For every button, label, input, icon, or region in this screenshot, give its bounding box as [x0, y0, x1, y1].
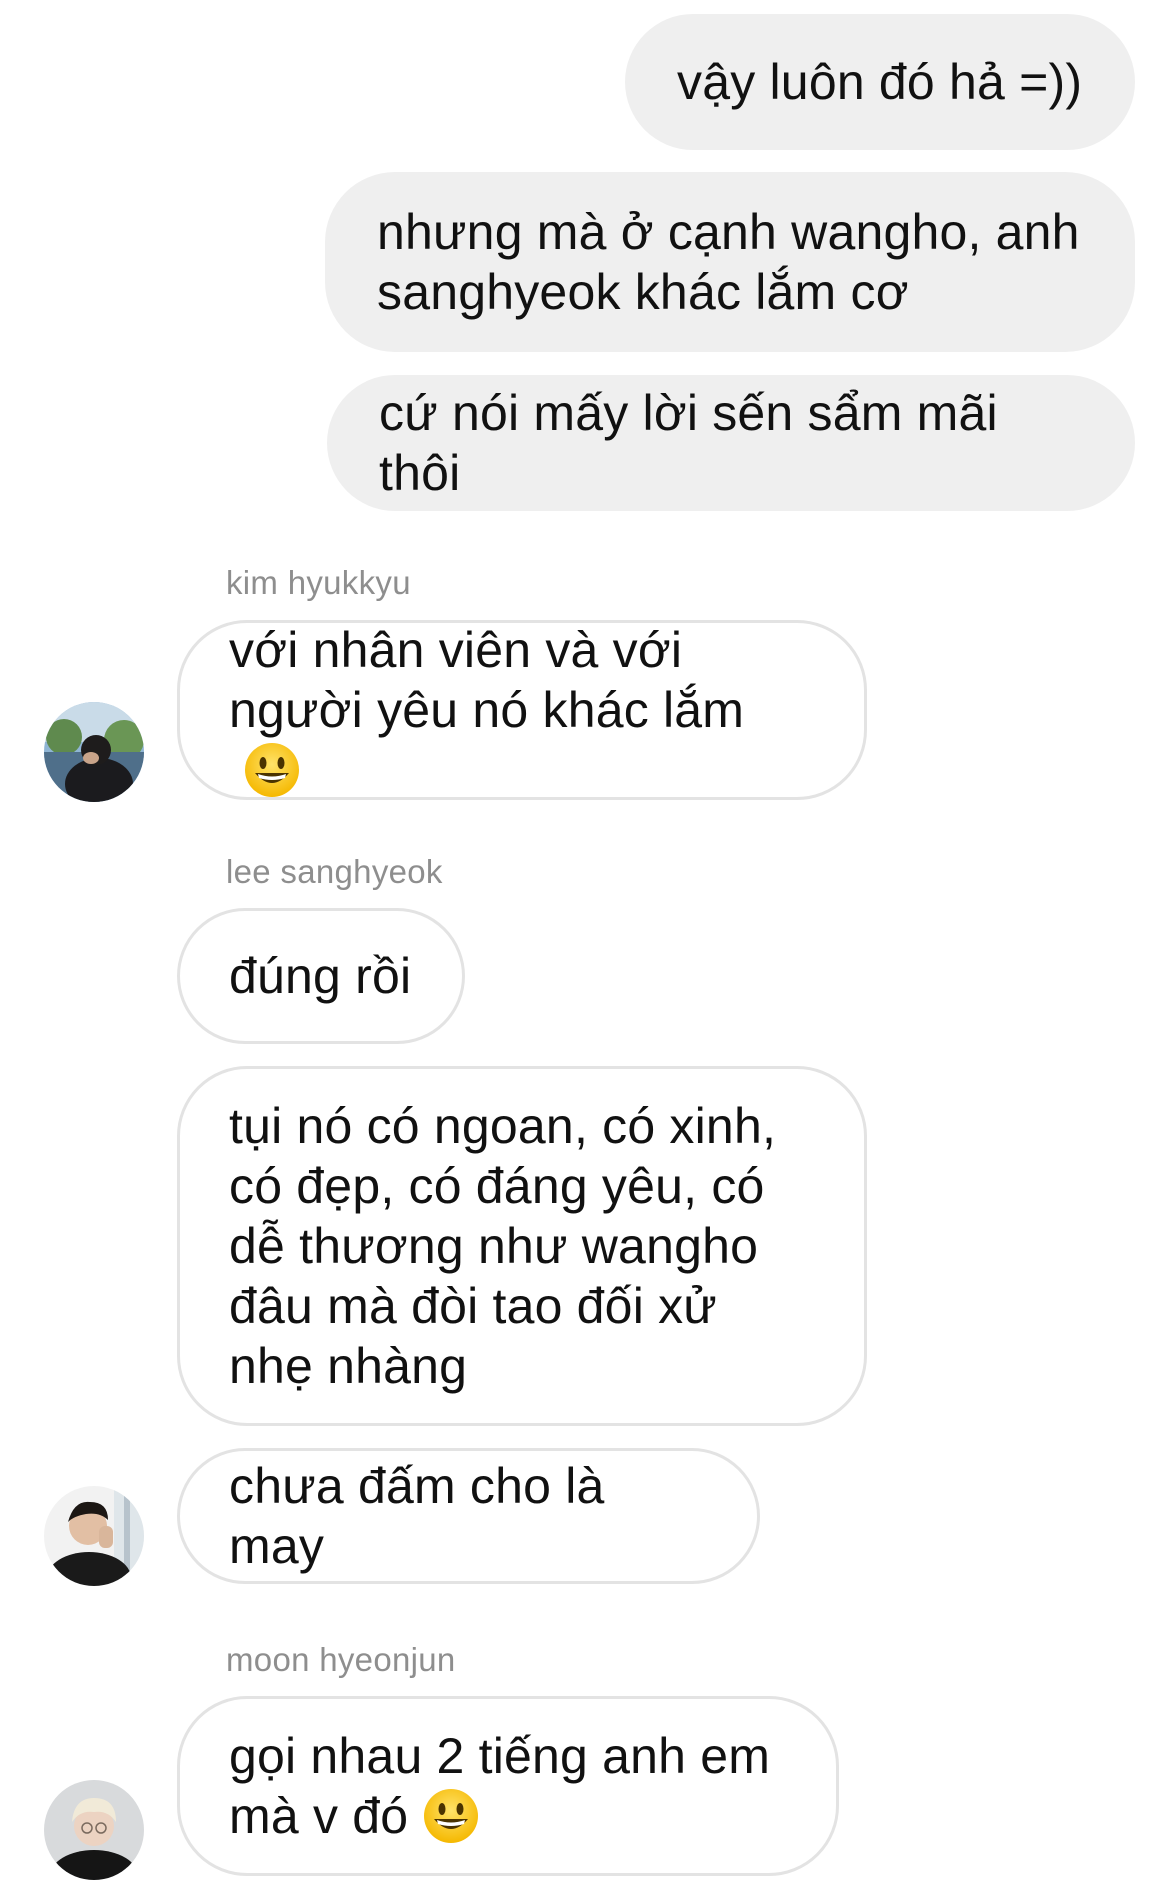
outgoing-message-bubble[interactable]: vậy luôn đó hả =)): [625, 14, 1135, 150]
outgoing-message-bubble[interactable]: nhưng mà ở cạnh wangho, anh sanghyeok kh…: [325, 172, 1135, 352]
avatar-lee-sanghyeok[interactable]: [44, 1486, 144, 1586]
message-text: chưa đấm cho là may: [229, 1458, 605, 1574]
sender-name: lee sanghyeok: [226, 853, 443, 890]
message-text: với nhân viên và với người yêu nó khác l…: [229, 620, 815, 800]
incoming-message-bubble[interactable]: đúng rồi: [177, 908, 465, 1044]
avatar-moon-hyeonjun[interactable]: [44, 1780, 144, 1880]
grinning-face-emoji-icon: [422, 1787, 480, 1845]
incoming-message-bubble[interactable]: với nhân viên và với người yêu nó khác l…: [177, 620, 867, 800]
grinning-face-emoji-icon: [243, 741, 301, 799]
message-text: tụi nó có ngoan, có xinh, có đẹp, có đán…: [229, 1098, 777, 1394]
message-text: cứ nói mấy lời sến sẩm mãi thôi: [379, 385, 998, 501]
incoming-message-bubble[interactable]: tụi nó có ngoan, có xinh, có đẹp, có đán…: [177, 1066, 867, 1426]
sender-name: moon hyeonjun: [226, 1641, 456, 1678]
incoming-message-bubble[interactable]: chưa đấm cho là may: [177, 1448, 760, 1584]
outgoing-message-bubble[interactable]: cứ nói mấy lời sến sẩm mãi thôi: [327, 375, 1135, 511]
incoming-message-bubble[interactable]: gọi nhau 2 tiếng anh em mà v đó: [177, 1696, 839, 1876]
message-text: nhưng mà ở cạnh wangho, anh sanghyeok kh…: [377, 204, 1080, 320]
sender-name: kim hyukkyu: [226, 564, 411, 601]
message-text: vậy luôn đó hả =)): [677, 54, 1083, 110]
message-text: đúng rồi: [229, 948, 412, 1004]
avatar-kim-hyukkyu[interactable]: [44, 702, 144, 802]
message-text: gọi nhau 2 tiếng anh em mà v đó: [229, 1728, 771, 1845]
